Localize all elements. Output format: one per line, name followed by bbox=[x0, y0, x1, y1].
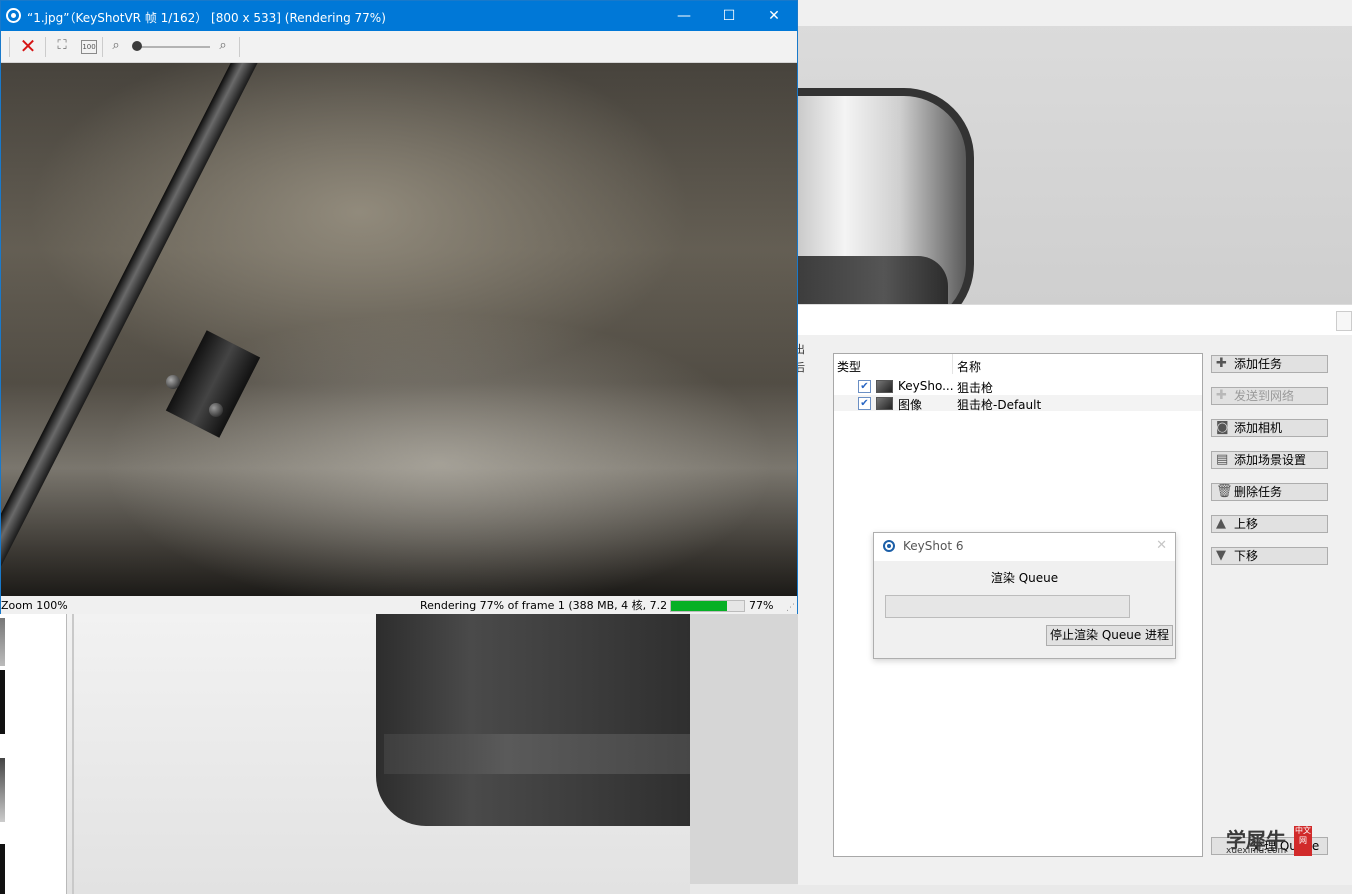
dialog-titlebar[interactable]: KeyShot 6 ✕ bbox=[874, 533, 1175, 561]
speaker-model-body bbox=[376, 612, 690, 826]
keyshot-app-icon bbox=[6, 8, 21, 23]
move-up-button[interactable]: ▲ 上移 bbox=[1211, 515, 1328, 533]
toolbar-separator bbox=[45, 37, 46, 57]
column-separator[interactable] bbox=[952, 354, 953, 374]
speaker-model-base bbox=[788, 256, 948, 304]
queue-progress-bar bbox=[885, 595, 1130, 618]
stop-render-icon[interactable]: ✕ bbox=[17, 36, 39, 56]
watermark-url: xuexiniu.com bbox=[1226, 846, 1287, 856]
render-percent: 77% bbox=[749, 599, 774, 612]
plus-icon: ✚ bbox=[1216, 356, 1227, 371]
task-row[interactable]: ✔ 图像 狙击枪-Default bbox=[834, 395, 1202, 412]
move-down-label: 下移 bbox=[1234, 549, 1259, 563]
thumbnail[interactable] bbox=[0, 758, 5, 822]
minimize-button[interactable]: — bbox=[661, 1, 707, 31]
task-type: 图像 bbox=[898, 398, 923, 412]
add-scene-settings-label: 添加场景设置 bbox=[1234, 453, 1307, 467]
camera-icon: ◙ bbox=[1216, 420, 1229, 435]
plus-icon: ✚ bbox=[1216, 388, 1227, 403]
watermark-seal: 中文网 bbox=[1294, 826, 1312, 856]
zoom-level: Zoom 100% bbox=[1, 599, 68, 612]
send-to-network-label: 发送到网络 bbox=[1234, 389, 1295, 403]
delete-task-label: 删除任务 bbox=[1234, 485, 1283, 499]
speaker-model-stripe bbox=[384, 734, 690, 774]
window-title: “1.jpg”（KeyShotVR 帧 1/162） [800 x 533] (… bbox=[27, 11, 386, 25]
column-header-type[interactable]: 类型 bbox=[837, 358, 861, 375]
add-camera-label: 添加相机 bbox=[1234, 421, 1283, 435]
maximize-button[interactable]: ☐ bbox=[706, 1, 752, 31]
render-status-bar: Zoom 100% Rendering 77% of frame 1 (388 … bbox=[1, 597, 797, 614]
toolbar-separator bbox=[239, 37, 240, 57]
render-toolbar: ✕ ⛶ 100 ⌕ ⌕ bbox=[1, 31, 797, 63]
render-window: “1.jpg”（KeyShotVR 帧 1/162） [800 x 533] (… bbox=[0, 0, 798, 614]
task-row[interactable]: ✔ KeySho... 狙击枪 bbox=[834, 378, 1202, 395]
side-panel-gap bbox=[690, 612, 809, 884]
viewport-background-top bbox=[738, 0, 1352, 334]
task-thumbnail-icon bbox=[876, 397, 893, 410]
zoom-out-icon[interactable]: ⌕ bbox=[108, 37, 124, 55]
task-checkbox[interactable]: ✔ bbox=[858, 397, 871, 410]
render-window-titlebar[interactable]: “1.jpg”（KeyShotVR 帧 1/162） [800 x 533] (… bbox=[1, 1, 797, 31]
rifle-scope-mount bbox=[165, 330, 261, 438]
move-down-button[interactable]: ▼ 下移 bbox=[1211, 547, 1328, 565]
rifle-knob bbox=[166, 375, 180, 389]
task-name: 狙击枪 bbox=[957, 381, 994, 395]
column-header-name[interactable]: 名称 bbox=[957, 358, 981, 375]
task-name: 狙击枪-Default bbox=[957, 398, 1042, 412]
arrow-up-icon: ▲ bbox=[1216, 516, 1226, 531]
queue-panel-header bbox=[798, 305, 1352, 335]
add-task-label: 添加任务 bbox=[1234, 357, 1283, 371]
delete-task-button[interactable]: 🗑 删除任务 bbox=[1211, 483, 1328, 501]
toolbar-separator bbox=[102, 37, 103, 57]
resize-grip-icon[interactable]: ⋰ bbox=[786, 600, 795, 617]
dialog-label: 渲染 Queue bbox=[990, 571, 1059, 585]
thumbnail[interactable] bbox=[0, 618, 5, 666]
task-type: KeySho... bbox=[898, 379, 954, 393]
folder-icon: ▤ bbox=[1216, 452, 1229, 467]
close-icon[interactable]: ✕ bbox=[1156, 538, 1167, 553]
add-camera-button[interactable]: ◙ 添加相机 bbox=[1211, 419, 1328, 437]
keyshot-logo-icon bbox=[883, 540, 895, 552]
add-scene-settings-button[interactable]: ▤ 添加场景设置 bbox=[1211, 451, 1328, 469]
stop-render-queue-button[interactable]: 停止渲染 Queue 进程 bbox=[1046, 625, 1174, 646]
fit-to-window-icon[interactable]: ⛶ bbox=[53, 37, 71, 55]
rifle-barrel bbox=[1, 63, 273, 596]
task-thumbnail-icon bbox=[876, 380, 893, 393]
panel-divider bbox=[72, 612, 74, 894]
move-up-label: 上移 bbox=[1234, 517, 1259, 531]
trash-icon: 🗑 bbox=[1216, 484, 1233, 499]
task-checkbox[interactable]: ✔ bbox=[858, 380, 871, 393]
watermark-logo: 学犀牛 xuexiniu.com 中文网 bbox=[1220, 822, 1318, 860]
render-image bbox=[1, 63, 797, 596]
thumbnail[interactable] bbox=[0, 670, 5, 734]
thumbnail-strip[interactable] bbox=[0, 612, 67, 894]
render-info: Rendering 77% of frame 1 (388 MB, 4 核, 7… bbox=[420, 599, 700, 612]
viewport-background-bottom bbox=[0, 612, 690, 894]
queue-panel-close-button[interactable] bbox=[1336, 311, 1352, 331]
add-task-button[interactable]: ✚ 添加任务 bbox=[1211, 355, 1328, 373]
send-to-network-button[interactable]: ✚ 发送到网络 bbox=[1211, 387, 1328, 405]
zoom-slider[interactable] bbox=[138, 46, 210, 48]
render-progress-bar bbox=[670, 600, 745, 612]
dialog-title: KeyShot 6 bbox=[903, 539, 964, 553]
viewport-header-band bbox=[798, 0, 1352, 26]
zoom-in-icon[interactable]: ⌕ bbox=[215, 37, 231, 55]
toolbar-separator bbox=[9, 37, 10, 57]
actual-size-icon[interactable]: 100 bbox=[81, 40, 97, 54]
render-queue-dialog: KeyShot 6 ✕ 渲染 Queue 停止渲染 Queue 进程 bbox=[873, 532, 1176, 659]
render-progress-fill bbox=[671, 601, 728, 611]
zoom-slider-handle[interactable] bbox=[132, 41, 142, 51]
close-button[interactable]: ✕ bbox=[751, 1, 797, 31]
rifle-knob bbox=[209, 403, 223, 417]
thumbnail[interactable] bbox=[0, 844, 5, 894]
arrow-down-icon: ▼ bbox=[1216, 548, 1226, 563]
